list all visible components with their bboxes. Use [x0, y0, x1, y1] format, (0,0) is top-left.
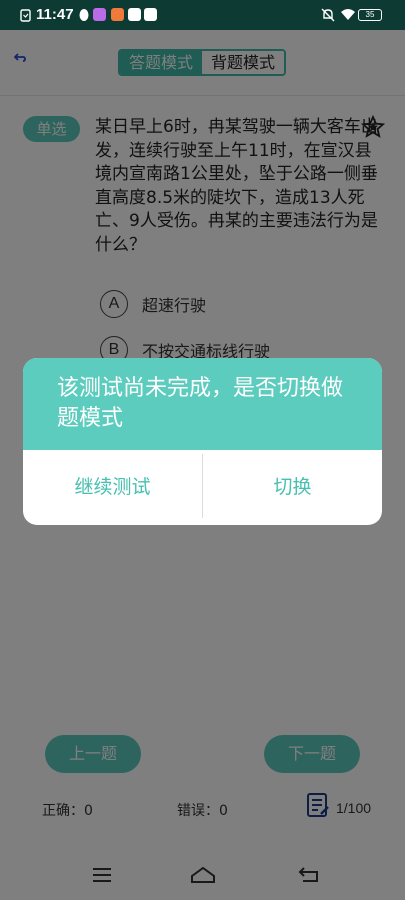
status-time: 11:47 [36, 6, 74, 23]
app-notification-icon [111, 8, 124, 21]
qq-icon [79, 9, 89, 21]
wifi-icon [341, 9, 355, 20]
switch-mode-dialog: 该测试尚未完成，是否切换做题模式 继续测试 切换 [23, 358, 382, 525]
status-bar: 11:47 35 [0, 0, 405, 30]
continue-test-button[interactable]: 继续测试 [23, 450, 202, 525]
app-notification-icon [144, 8, 157, 21]
mute-icon [321, 8, 335, 22]
app-notification-icon [93, 8, 106, 21]
app-notification-icon [128, 8, 141, 21]
switch-button[interactable]: 切换 [203, 450, 382, 525]
sim-icon [20, 9, 31, 22]
dialog-message: 该测试尚未完成，是否切换做题模式 [23, 358, 382, 450]
battery-icon: 35 [358, 9, 382, 21]
